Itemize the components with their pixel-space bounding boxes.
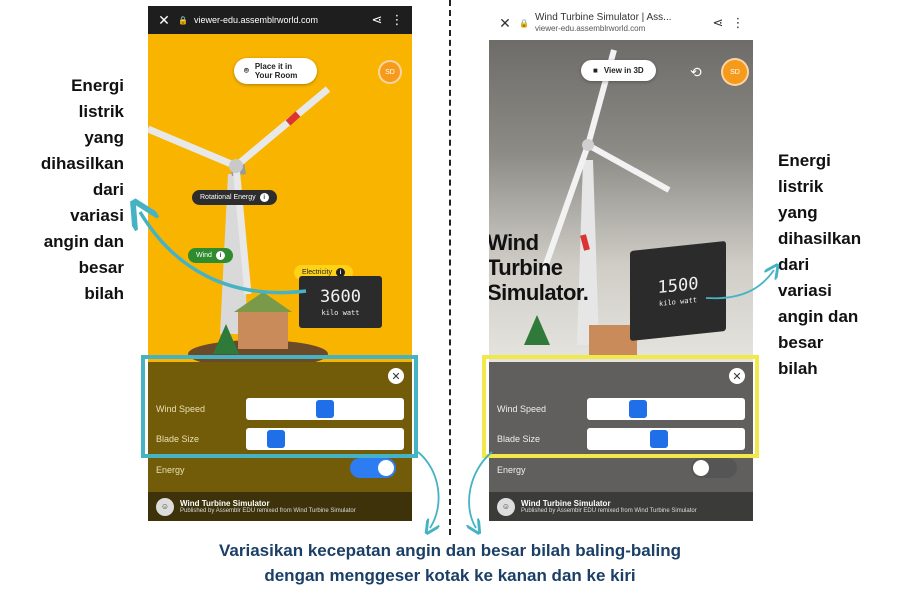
wind-speed-slider[interactable] xyxy=(587,398,745,420)
energy-unit: kilo watt xyxy=(659,296,697,308)
browser-bar: ✕ 🔒 Wind Turbine Simulator | Ass... view… xyxy=(489,6,753,40)
annotation-left: Energi listrik yang dihasilkan dari vari… xyxy=(40,76,124,303)
energy-unit: kilo watt xyxy=(321,309,360,317)
ar-toggle-icon[interactable]: ⟲ xyxy=(690,64,702,81)
energy-display: 1500 kilo watt xyxy=(630,240,726,342)
publisher-logo-icon: ☺ xyxy=(156,497,174,516)
wind-speed-slider[interactable] xyxy=(246,398,404,420)
blade-size-label: Blade Size xyxy=(497,434,541,444)
info-icon: i xyxy=(215,251,225,260)
energy-label: Energy xyxy=(156,465,185,475)
energy-label: Energy xyxy=(497,465,526,475)
page-title[interactable]: Wind Turbine Simulator | Ass... xyxy=(535,12,705,23)
footer-title[interactable]: Wind Turbine Simulator xyxy=(521,499,697,508)
blade-size-row: Blade Size xyxy=(156,427,404,451)
close-icon[interactable]: ✕ xyxy=(156,12,172,29)
energy-value: 3600 xyxy=(320,287,361,307)
wind-speed-thumb[interactable] xyxy=(316,400,334,418)
energy-display: 3600 kilo watt xyxy=(299,276,382,328)
control-panel: ✕ Wind Speed Blade Size Energy xyxy=(489,362,753,492)
url-text[interactable]: viewer-edu.assemblrworld.com xyxy=(535,23,705,34)
blade-size-slider[interactable] xyxy=(246,428,404,450)
lock-icon: 🔒 xyxy=(519,18,529,28)
more-icon[interactable]: ⋮ xyxy=(731,15,745,31)
cube-icon: ■ xyxy=(593,66,598,75)
blade-size-slider[interactable] xyxy=(587,428,745,450)
simulator-wordmark: Wind Turbine Simulator. xyxy=(489,230,589,305)
url-text[interactable]: viewer-edu.assemblrworld.com xyxy=(194,15,364,25)
control-panel: ✕ Wind Speed Blade Size Energy xyxy=(148,362,412,492)
caption: Variasikan kecepatan angin dan besar bil… xyxy=(219,541,681,585)
place-in-room-button[interactable]: ⌾ Place it in Your Room xyxy=(234,58,317,84)
energy-row: Energy xyxy=(156,458,404,482)
share-icon[interactable]: ⋖ xyxy=(711,15,725,31)
ar-scan-icon: ⌾ xyxy=(244,66,249,75)
blade-size-thumb[interactable] xyxy=(650,430,668,448)
avatar[interactable]: SD xyxy=(721,58,749,86)
close-icon[interactable]: ✕ xyxy=(497,15,513,32)
divider-line xyxy=(449,0,451,535)
blade-size-label: Blade Size xyxy=(156,434,200,444)
close-panel-icon[interactable]: ✕ xyxy=(729,368,745,384)
wind-tag[interactable]: Wind i xyxy=(188,248,233,263)
energy-toggle[interactable] xyxy=(691,458,737,478)
toggle-knob xyxy=(693,460,709,476)
close-panel-icon[interactable]: ✕ xyxy=(388,368,404,384)
lock-icon: 🔒 xyxy=(178,15,188,25)
ar-scene[interactable]: Wind Turbine Simulator. ■ View in 3D ⟲ S… xyxy=(489,40,753,362)
energy-value: 1500 xyxy=(657,273,699,299)
footer-title[interactable]: Wind Turbine Simulator xyxy=(180,499,356,508)
phone-right: ✕ 🔒 Wind Turbine Simulator | Ass... view… xyxy=(489,6,753,521)
wind-speed-row: Wind Speed xyxy=(156,397,404,421)
footer: ☺ Wind Turbine Simulator Published by As… xyxy=(148,492,412,521)
wind-speed-thumb[interactable] xyxy=(629,400,647,418)
wind-speed-label: Wind Speed xyxy=(497,404,547,414)
footer-subtitle: Published by Assemblr EDU remixed from W… xyxy=(521,508,697,514)
view-in-3d-button[interactable]: ■ View in 3D xyxy=(581,60,656,81)
wind-speed-row: Wind Speed xyxy=(497,397,745,421)
energy-toggle[interactable] xyxy=(350,458,396,478)
phone-left: ✕ 🔒 viewer-edu.assemblrworld.com ⋖ ⋮ ⌾ P… xyxy=(148,6,412,521)
toggle-knob xyxy=(378,460,394,476)
blade-size-row: Blade Size xyxy=(497,427,745,451)
blade-size-thumb[interactable] xyxy=(267,430,285,448)
annotation-right: Energi listrik yang dihasilkan dari vari… xyxy=(778,151,862,378)
publisher-logo-icon: ☺ xyxy=(497,497,515,516)
ar-scene[interactable]: ⌾ Place it in Your Room SD Rotational En… xyxy=(148,34,412,362)
wind-speed-label: Wind Speed xyxy=(156,404,206,414)
rotational-energy-tag[interactable]: Rotational Energy i xyxy=(192,190,277,205)
arrow-to-caption-left xyxy=(417,451,439,528)
share-icon[interactable]: ⋖ xyxy=(370,12,384,28)
footer-subtitle: Published by Assemblr EDU remixed from W… xyxy=(180,508,356,514)
avatar[interactable]: SD xyxy=(378,60,402,84)
more-icon[interactable]: ⋮ xyxy=(390,12,404,28)
energy-row: Energy xyxy=(497,458,745,482)
footer: ☺ Wind Turbine Simulator Published by As… xyxy=(489,492,753,521)
browser-bar: ✕ 🔒 viewer-edu.assemblrworld.com ⋖ ⋮ xyxy=(148,6,412,34)
info-icon: i xyxy=(259,193,269,202)
